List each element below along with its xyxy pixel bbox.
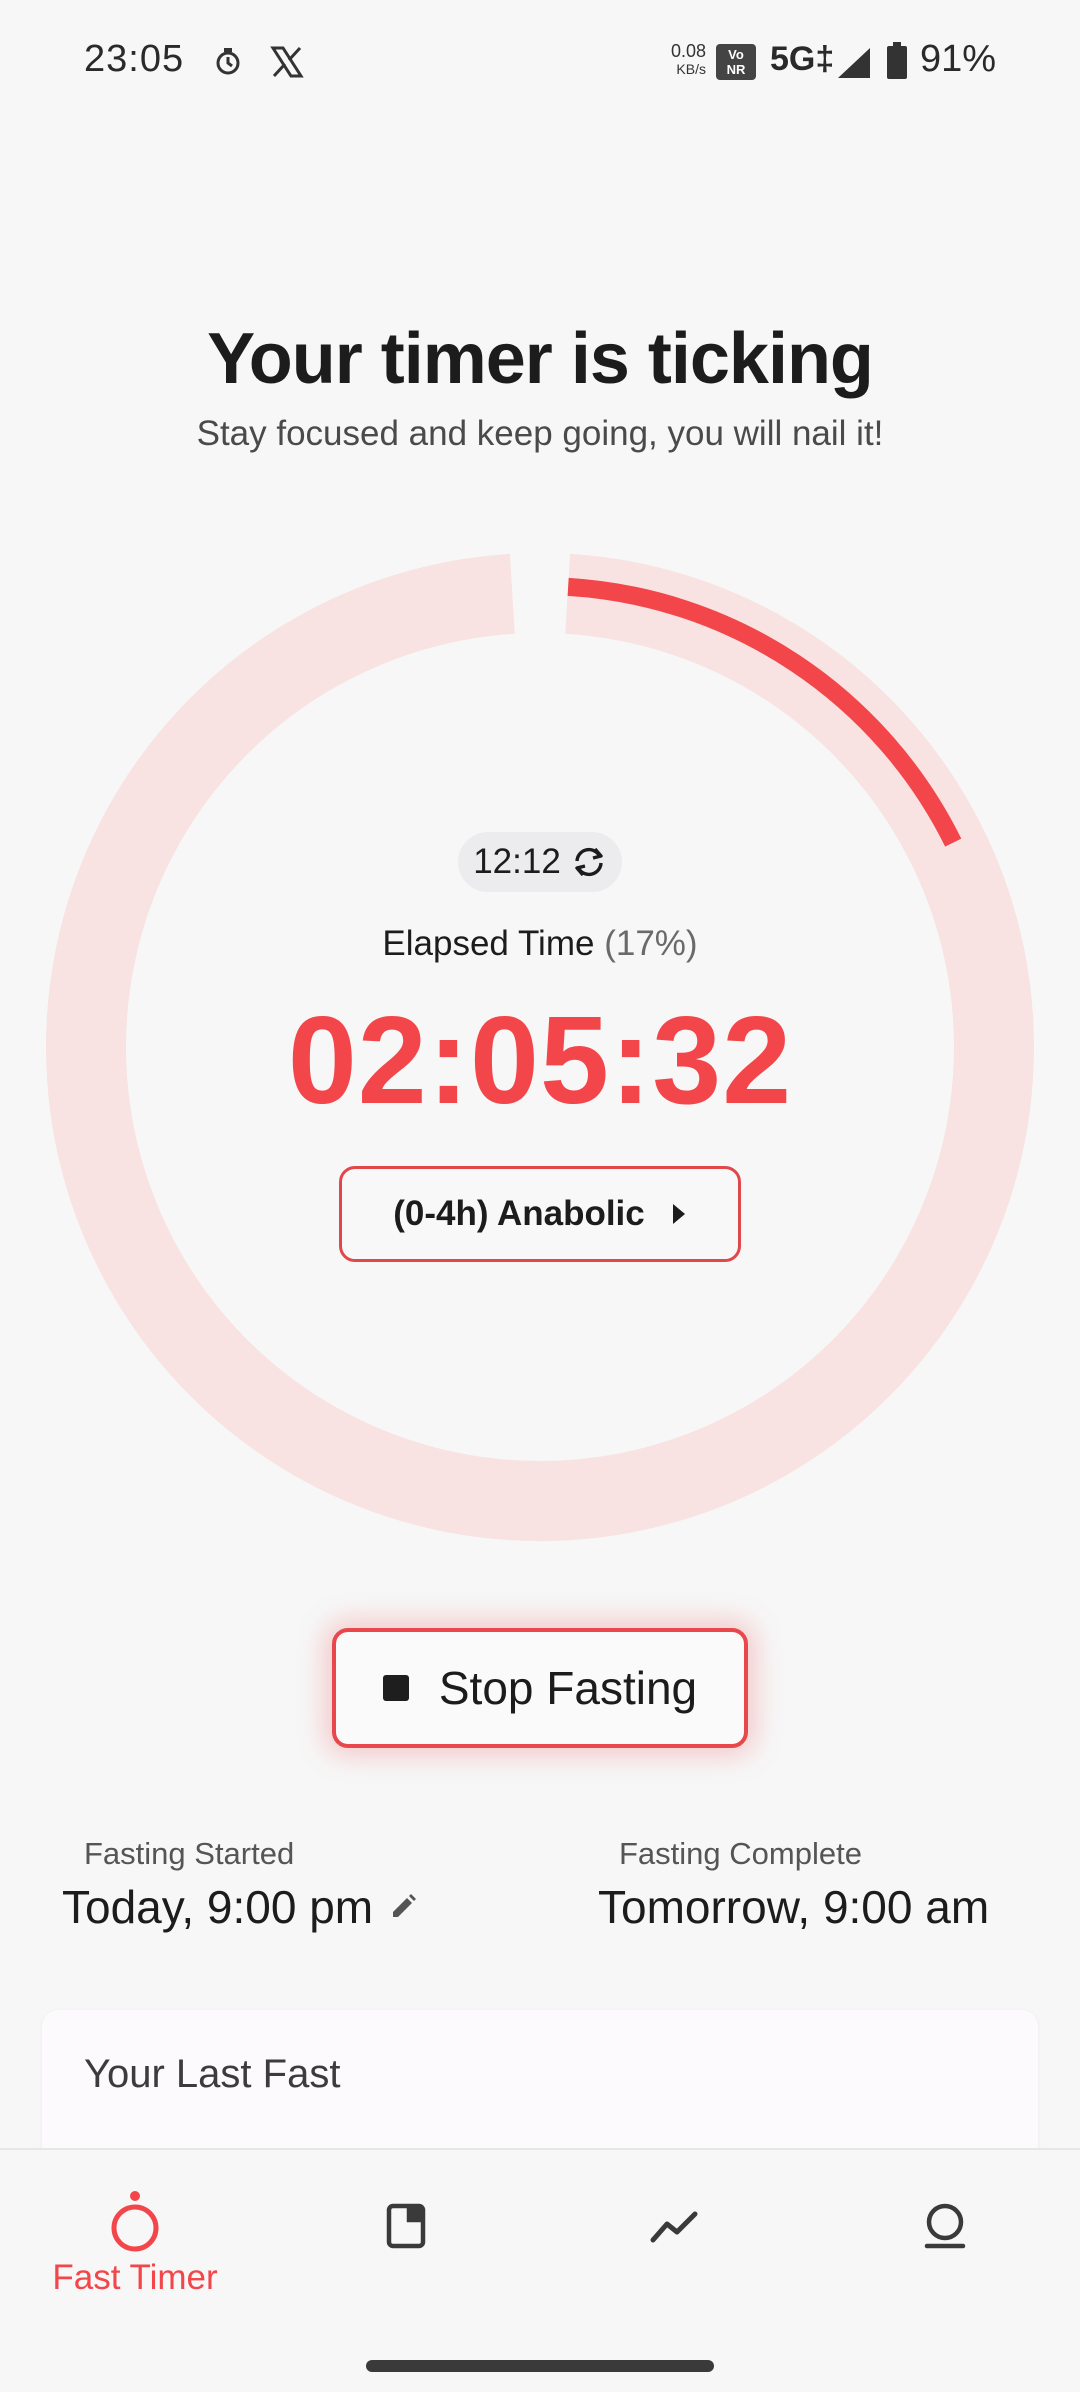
fasting-complete-label: Fasting Complete	[619, 1836, 862, 1871]
fasting-stage-button[interactable]: (0-4h) Anabolic	[339, 1166, 741, 1262]
fasting-complete-value: Tomorrow, 9:00 am	[598, 1881, 990, 1933]
elapsed-label-text: Elapsed Time	[382, 924, 595, 963]
network-speed: 0.08 KB/s	[660, 42, 706, 78]
trend-chart-icon	[650, 2211, 698, 2243]
x-app-icon	[270, 46, 304, 78]
nav-label-fast-timer: Fast Timer	[52, 2258, 218, 2297]
elapsed-label: Elapsed Time (17%)	[0, 924, 1080, 964]
timer-icon	[111, 2191, 159, 2252]
stop-fasting-button[interactable]: Stop Fasting	[332, 1628, 748, 1748]
elapsed-time: 02:05:32	[287, 992, 793, 1130]
fasting-started-value: Today, 9:00 pm	[62, 1881, 374, 1933]
timer-notification-icon	[216, 48, 240, 75]
fasting-stage-label: (0-4h) Anabolic	[393, 1194, 645, 1233]
gesture-navigation-bar[interactable]	[366, 2360, 714, 2372]
page-title: Your timer is ticking	[207, 319, 874, 399]
screen: 23:05 0.08 KB/s Vo NR 5G‡ 91% Your timer…	[0, 0, 1080, 2392]
volte-badge: Vo NR	[716, 44, 756, 80]
signal-icon	[838, 48, 870, 78]
fasting-started-label: Fasting Started	[84, 1836, 295, 1871]
swap-icon	[575, 847, 603, 877]
nav-item-journal[interactable]	[270, 2150, 540, 2350]
fasting-plan-chip[interactable]: 12:12	[458, 832, 622, 892]
network-type: 5G‡	[770, 40, 835, 78]
last-fast-title: Your Last Fast	[84, 2052, 341, 2096]
fasting-plan-label: 12:12	[473, 842, 561, 881]
volte-top: Vo	[728, 47, 744, 62]
play-arrow-icon	[672, 1204, 685, 1224]
status-time: 23:05	[84, 38, 185, 80]
status-bar: 23:05 0.08 KB/s Vo NR 5G‡ 91%	[0, 0, 1080, 120]
network-speed-value: 0.08	[670, 41, 706, 61]
stop-icon	[382, 1675, 409, 1701]
elapsed-percent: (17%)	[604, 924, 698, 963]
nav-item-fast-timer[interactable]: Fast Timer	[0, 2150, 270, 2350]
journal-icon	[386, 2203, 426, 2249]
nav-item-profile[interactable]	[810, 2150, 1080, 2350]
fasting-started-edit[interactable]: Today, 9:00 pm	[62, 1880, 417, 1934]
volte-bottom: NR	[726, 62, 746, 77]
battery-percent: 91%	[920, 38, 997, 80]
edit-pencil-icon	[393, 1894, 417, 1917]
bottom-navigation: Fast Timer	[0, 2148, 1080, 2392]
nav-item-trends[interactable]	[540, 2150, 810, 2350]
network-speed-unit: KB/s	[676, 61, 706, 77]
profile-icon	[924, 2203, 966, 2249]
battery-icon	[887, 42, 907, 79]
stop-fasting-label: Stop Fasting	[438, 1662, 698, 1714]
page-subtitle: Stay focused and keep going, you will na…	[196, 414, 884, 453]
